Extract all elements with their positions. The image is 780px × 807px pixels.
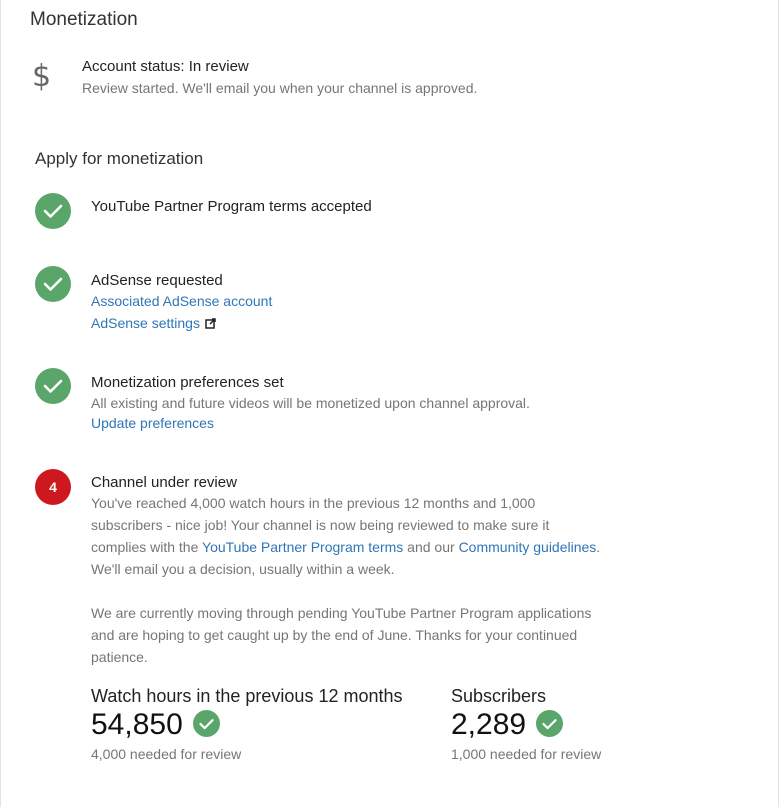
watch-hours-label: Watch hours in the previous 12 months xyxy=(91,686,403,706)
step-number-badge: 4 xyxy=(35,469,71,505)
check-circle-icon xyxy=(536,710,563,737)
review-paragraph-2: We are currently moving through pending … xyxy=(91,605,592,665)
update-preferences-link[interactable]: Update preferences xyxy=(91,415,214,431)
step-title: Channel under review xyxy=(91,474,237,491)
check-circle-icon xyxy=(193,710,220,737)
community-guidelines-link[interactable]: Community guidelines xyxy=(459,539,597,555)
subscribers-value: 2,289 xyxy=(451,708,527,741)
account-status-subtitle: Review started. We'll email you when you… xyxy=(82,80,478,96)
check-circle-icon xyxy=(35,266,71,302)
subscribers-label: Subscribers xyxy=(451,686,547,706)
adsense-settings-link[interactable]: AdSense settings xyxy=(91,315,200,331)
apply-section-title: Apply for monetization xyxy=(35,149,204,168)
subscribers-requirement: 1,000 needed for review xyxy=(451,746,602,762)
review-paragraph-1: You've reached 4,000 watch hours in the … xyxy=(91,495,601,577)
ypp-terms-link[interactable]: YouTube Partner Program terms xyxy=(202,539,403,555)
dollar-icon: $ xyxy=(32,59,52,94)
step-description: All existing and future videos will be m… xyxy=(91,395,530,411)
step-title: YouTube Partner Program terms accepted xyxy=(91,198,372,215)
account-status-title: Account status: In review xyxy=(82,58,249,75)
check-circle-icon xyxy=(35,193,71,229)
step-title: AdSense requested xyxy=(91,272,223,289)
external-link-icon xyxy=(205,316,216,332)
step-title: Monetization preferences set xyxy=(91,374,284,391)
watch-hours-requirement: 4,000 needed for review xyxy=(91,746,242,762)
associated-adsense-link[interactable]: Associated AdSense account xyxy=(91,293,272,309)
watch-hours-value: 54,850 xyxy=(91,708,183,741)
check-circle-icon xyxy=(35,368,71,404)
page-title: Monetization xyxy=(30,9,138,30)
